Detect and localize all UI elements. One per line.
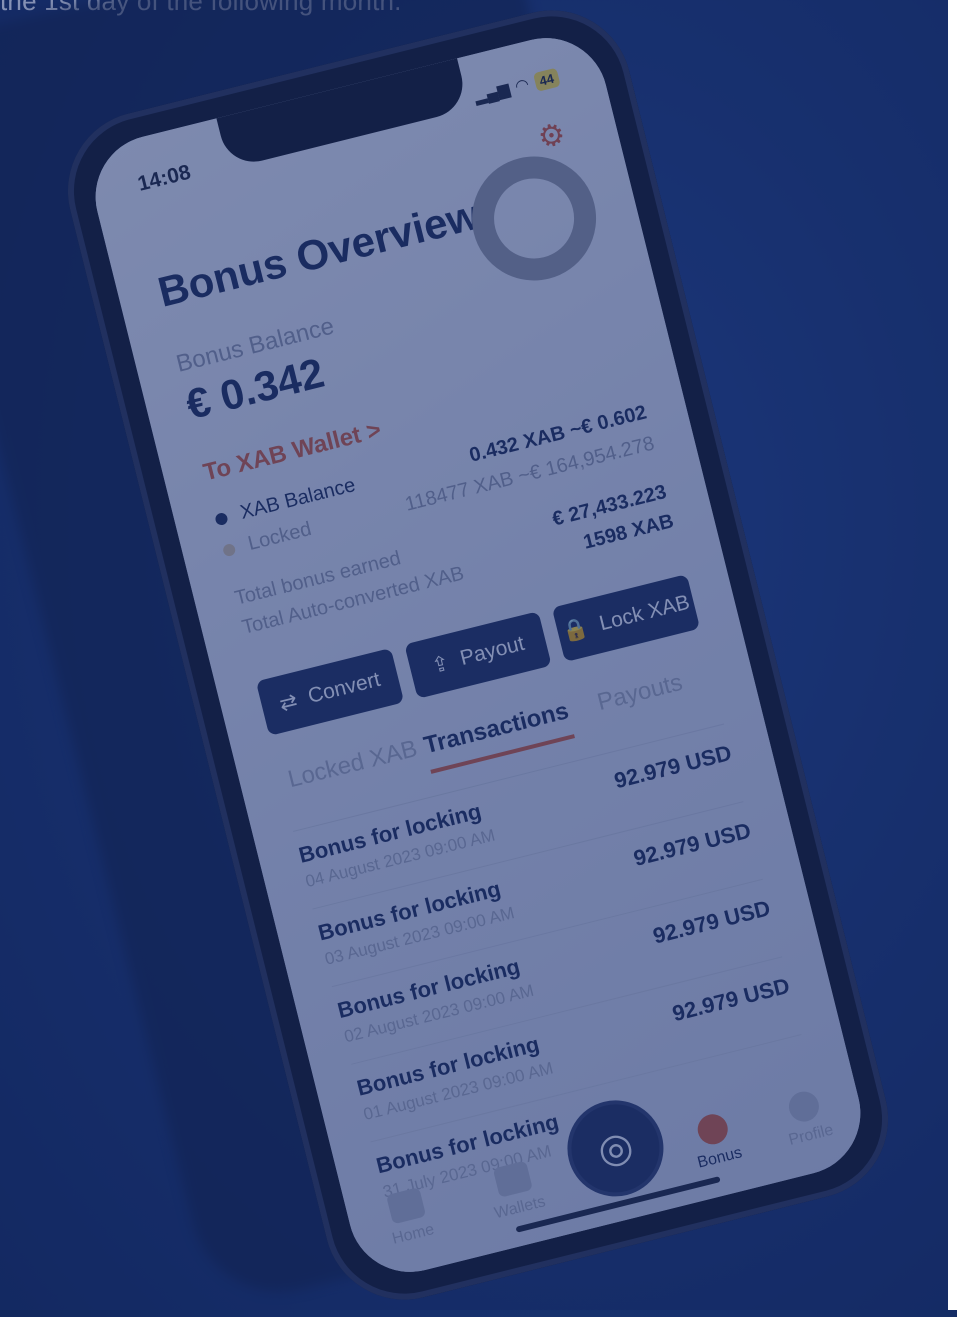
edge-strip bbox=[948, 0, 957, 1310]
payout-label: Payout bbox=[457, 631, 527, 671]
wifi-icon: ◠ bbox=[513, 75, 532, 96]
nav-home-label: Home bbox=[390, 1220, 437, 1248]
nav-bonus-label: Bonus bbox=[695, 1144, 744, 1172]
wallet-icon bbox=[492, 1160, 533, 1198]
locked-dot bbox=[221, 542, 237, 558]
transaction-amount: 92.979 USD bbox=[611, 740, 735, 794]
convert-label: Convert bbox=[305, 667, 383, 708]
transaction-amount: 92.979 USD bbox=[650, 895, 773, 949]
nav-profile-label: Profile bbox=[786, 1121, 836, 1149]
globe-icon[interactable]: ◎ bbox=[557, 1090, 674, 1207]
xab-balance-dot bbox=[214, 511, 229, 527]
nav-wallets[interactable]: Wallets bbox=[466, 1154, 566, 1228]
upload-icon: ⇪ bbox=[429, 651, 452, 678]
convert-icon: ⇄ bbox=[277, 688, 300, 716]
home-icon bbox=[385, 1187, 427, 1225]
nav-wallets-label: Wallets bbox=[492, 1193, 548, 1223]
nav-home[interactable]: Home bbox=[359, 1180, 459, 1254]
lock-icon: 🔒 bbox=[559, 615, 591, 645]
lock-xab-label: Lock XAB bbox=[597, 590, 693, 636]
transaction-amount: 92.979 USD bbox=[669, 972, 793, 1027]
nav-bonus[interactable]: Bonus bbox=[665, 1104, 765, 1178]
transaction-amount: 92.979 USD bbox=[631, 817, 754, 871]
bonus-icon bbox=[694, 1111, 731, 1148]
nav-profile[interactable]: Profile bbox=[757, 1081, 857, 1155]
profile-icon bbox=[785, 1088, 823, 1125]
